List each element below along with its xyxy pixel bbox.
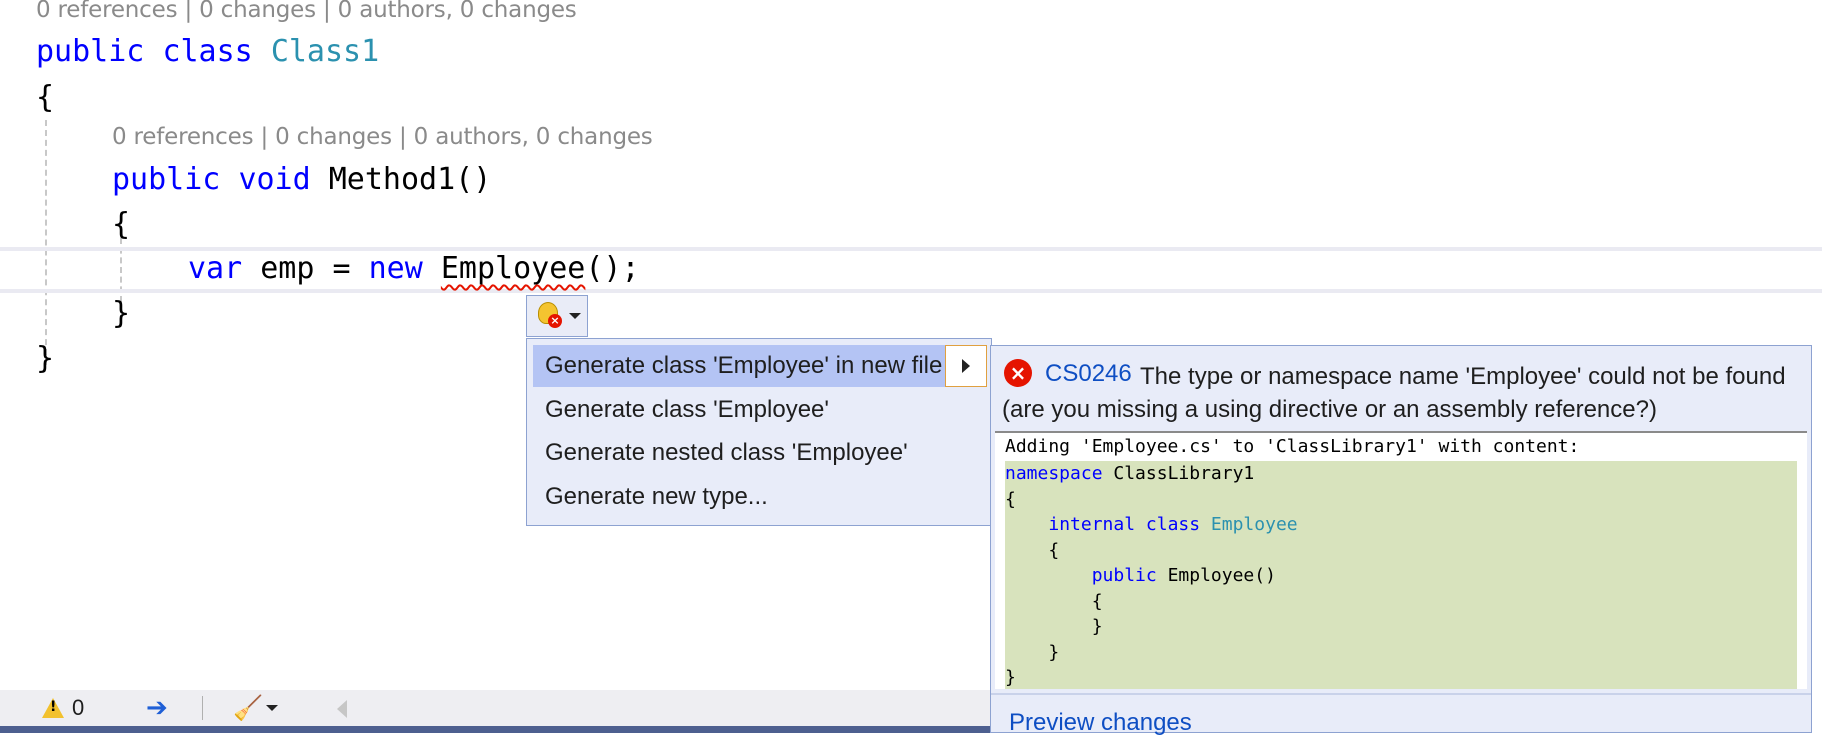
class-close-brace: } [36, 341, 55, 376]
arrow-right-icon[interactable]: ➔ [146, 690, 168, 726]
code-line: { [1005, 539, 1060, 561]
namespace-keyword: namespace [1005, 463, 1103, 484]
class-codelens[interactable]: 0 references | 0 changes | 0 authors, 0 … [36, 0, 577, 23]
class-declaration-line[interactable]: public class Class1 [36, 32, 379, 72]
error-badge-icon: × [548, 314, 562, 328]
code-line: { [1005, 488, 1016, 510]
employee-type-name: Employee [1210, 514, 1298, 535]
var-statement-line[interactable]: var emp = new Employee(); [188, 249, 640, 289]
warning-count[interactable]: 0 [72, 690, 84, 726]
warning-icon-mark: ! [50, 699, 57, 715]
menu-item-generate-nested-class[interactable]: Generate nested class 'Employee' [533, 432, 967, 474]
class-name: Class1 [270, 34, 380, 69]
method-open-brace: { [112, 207, 131, 242]
submenu-expand-button[interactable] [945, 345, 987, 387]
divider [991, 693, 1811, 695]
new-keyword: new [368, 251, 423, 286]
public-keyword: public [36, 34, 145, 69]
var-middle: emp = [242, 251, 369, 286]
unresolved-type-error[interactable]: Employee [441, 251, 586, 286]
lightbulb-button[interactable]: × [526, 295, 588, 337]
menu-item-generate-class[interactable]: Generate class 'Employee' [533, 389, 967, 431]
namespace-name: ClassLibrary1 [1102, 463, 1255, 484]
code-line: } [1005, 641, 1060, 663]
diagnostic-code-link[interactable]: CS0246 [1045, 360, 1132, 388]
code-line: { [1005, 590, 1103, 612]
method-close-brace: } [112, 296, 131, 331]
adding-file-line: Adding 'Employee.cs' to 'ClassLibrary1' … [1005, 436, 1580, 457]
constructor-name: Employee() [1156, 565, 1276, 586]
public-keyword: public [1091, 565, 1157, 586]
public-keyword: public [112, 162, 221, 197]
method-name: Method1() [328, 162, 492, 197]
quick-actions-menu: Generate class 'Employee' in new file Ge… [526, 338, 992, 526]
chevron-down-icon [569, 313, 581, 319]
bottom-border [0, 726, 990, 733]
statement-end: (); [585, 251, 640, 286]
fix-preview-panel: × The type or namespace name 'Employee' … [990, 345, 1812, 736]
chevron-down-icon[interactable] [266, 705, 278, 711]
method-declaration-line[interactable]: public void Method1() [112, 160, 491, 200]
code-line: } [1005, 667, 1016, 688]
internal-class-keyword: internal class [1048, 514, 1201, 535]
menu-item-generate-new-type[interactable]: Generate new type... [533, 476, 967, 518]
void-keyword: void [238, 162, 311, 197]
chevron-right-icon [962, 359, 970, 373]
editor-status-bar: ! 0 ➔ 🧹 [0, 690, 990, 726]
class-keyword: class [162, 34, 253, 69]
method-codelens[interactable]: 0 references | 0 changes | 0 authors, 0 … [112, 124, 653, 150]
code-preview: Adding 'Employee.cs' to 'ClassLibrary1' … [995, 431, 1807, 689]
indent-guide [45, 120, 47, 365]
divider [202, 696, 203, 720]
class-open-brace: { [36, 80, 55, 115]
menu-item-generate-new-file[interactable]: Generate class 'Employee' in new file [533, 345, 947, 387]
var-keyword: var [188, 251, 243, 286]
added-code-block: namespace ClassLibrary1 { internal class… [1005, 461, 1797, 689]
scroll-left-icon[interactable] [337, 700, 347, 718]
code-line: } [1005, 616, 1103, 637]
broom-icon[interactable]: 🧹 [233, 690, 263, 726]
